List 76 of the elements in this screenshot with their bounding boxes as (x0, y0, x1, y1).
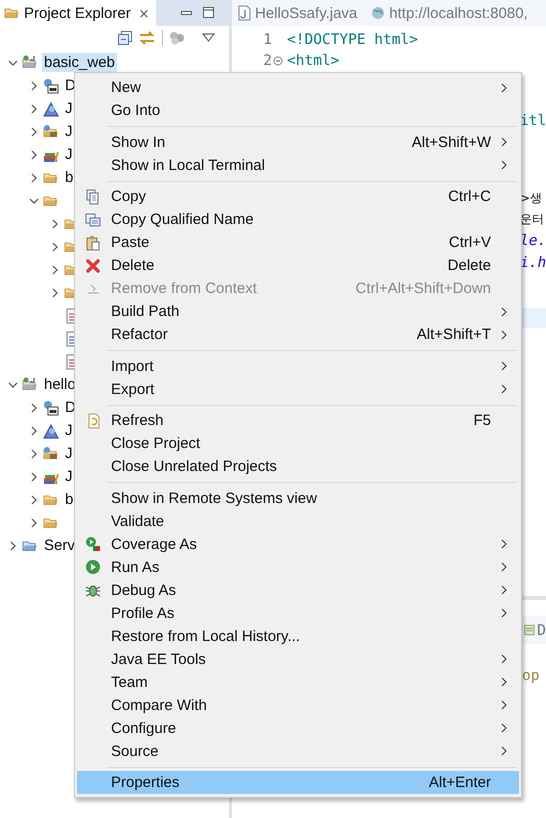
menu-item[interactable]: Run As (77, 556, 519, 578)
tree-item[interactable]: Serv (42, 536, 77, 555)
menu-item[interactable]: Go Into (77, 99, 519, 122)
menu-item[interactable]: Profile As (77, 602, 519, 624)
copy-icon (85, 212, 101, 228)
editor-tab[interactable]: HelloSsafy.java (238, 4, 358, 22)
code-fragment: 운터 (520, 211, 545, 228)
tree-item[interactable]: basic_web (42, 53, 117, 72)
minimize-icon[interactable] (181, 9, 193, 17)
menu-item[interactable]: Team (77, 670, 519, 694)
link-icon[interactable] (138, 30, 156, 46)
tree-item[interactable]: b (63, 490, 76, 509)
menu-item[interactable]: Close Unrelated Projects (77, 455, 519, 478)
menu-item[interactable]: Source (77, 740, 519, 762)
delete-icon (85, 258, 101, 274)
menu-item[interactable]: New (77, 76, 519, 99)
menu-item[interactable]: Configure (77, 716, 519, 740)
menu-item[interactable]: Close Project (77, 432, 519, 455)
collapse-all-icon[interactable] (118, 31, 132, 45)
code-fragment: i.h (520, 254, 546, 273)
clipboard-icon (85, 234, 101, 250)
triangle-icon (43, 422, 59, 438)
globe-icon (371, 6, 386, 20)
menu-item[interactable]: Export (77, 378, 519, 400)
menu-item[interactable]: Build Path (77, 300, 519, 323)
menu-item[interactable]: Refactor Alt+Shift+T (77, 323, 519, 346)
menu-item[interactable]: Show In Alt+Shift+W (77, 130, 519, 154)
folder-icon (22, 376, 38, 392)
menu-item[interactable]: Copy Ctrl+C (77, 185, 519, 208)
code-fragment: >생 (520, 190, 544, 207)
menu-item[interactable]: Refresh F5 (77, 409, 519, 432)
menu-item[interactable]: Delete Delete (77, 254, 519, 277)
folder-icon (43, 446, 59, 462)
menu-item[interactable]: Java EE Tools (77, 648, 519, 670)
code-line: <html> (287, 52, 340, 68)
tree-item[interactable]: J (63, 122, 74, 141)
code-fragment: itl (520, 112, 546, 131)
maximize-icon[interactable] (203, 7, 215, 19)
menu-item[interactable]: Validate (77, 510, 519, 532)
menu-item[interactable]: Debug As (77, 578, 519, 602)
console-icon (524, 622, 535, 638)
folder-icon (22, 54, 38, 70)
copy-icon (85, 188, 101, 204)
menu-item[interactable]: Compare With (77, 694, 519, 716)
triangle-icon (43, 100, 59, 116)
menu-item[interactable]: Copy Qualified Name (77, 208, 519, 231)
menu-item[interactable]: Restore from Local History... (77, 624, 519, 648)
code-line: <!DOCTYPE html> (287, 32, 418, 48)
menu-item[interactable]: Properties Alt+Enter (77, 771, 519, 794)
run-icon (85, 559, 101, 575)
globe-icon (43, 400, 59, 416)
console-text: op (522, 668, 540, 684)
menu-item[interactable]: Show in Local Terminal (77, 154, 519, 176)
menu-item[interactable]: Import (77, 354, 519, 378)
menu-item[interactable]: Coverage As (77, 532, 519, 556)
tree-item[interactable]: J (63, 145, 74, 164)
panel-tab[interactable]: D (520, 616, 546, 644)
tree-item[interactable]: J (63, 444, 74, 463)
current-line-highlight (520, 308, 546, 328)
menu-item[interactable]: Paste Ctrl+V (77, 231, 519, 254)
line-number: 2 (262, 52, 272, 68)
tree-item[interactable]: J (63, 421, 74, 440)
file-icon (238, 5, 251, 21)
globe-icon (43, 78, 59, 94)
fold-icon[interactable] (273, 56, 283, 66)
tree-item[interactable]: hello (42, 375, 78, 394)
tree-item[interactable]: J (63, 467, 74, 486)
tree-item[interactable]: b (63, 168, 76, 187)
tree-item[interactable]: J (63, 99, 74, 118)
editor-tab[interactable]: http://localhost:8080, (371, 4, 528, 22)
code-fragment: le. (520, 232, 546, 251)
coverage-icon (85, 536, 101, 552)
dropdown-icon[interactable] (201, 33, 217, 43)
menu-item[interactable]: Show in Remote Systems view (77, 486, 519, 510)
line-number: 1 (262, 32, 272, 48)
folder-icon (43, 124, 59, 140)
